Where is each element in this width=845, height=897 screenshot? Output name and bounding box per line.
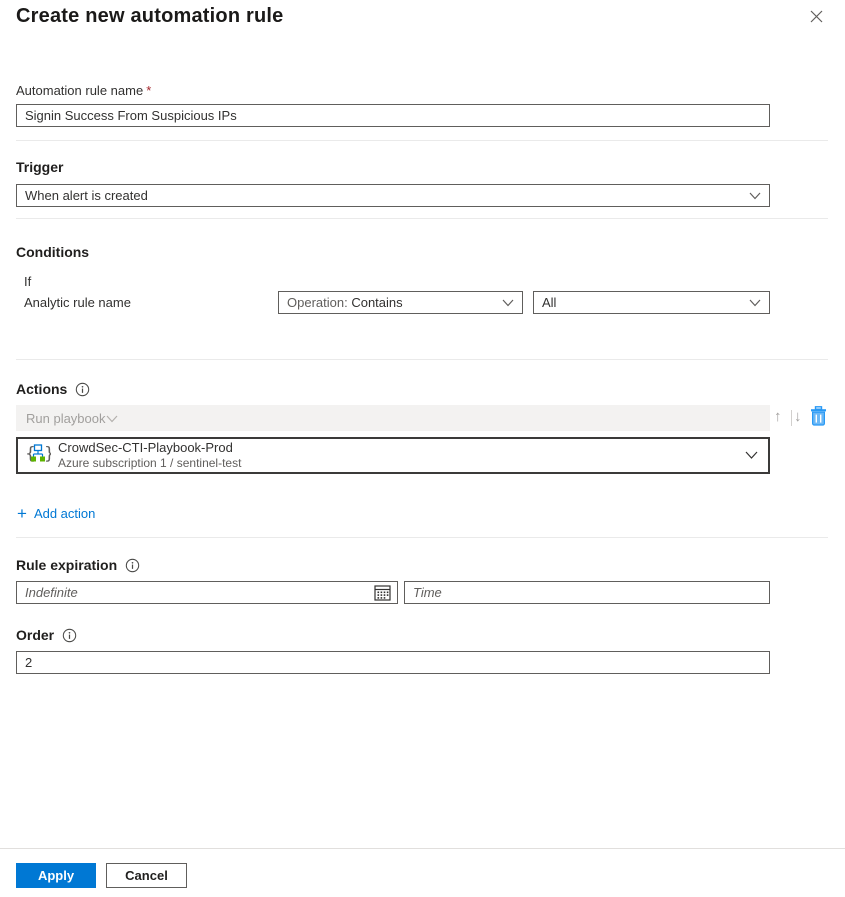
divider <box>16 537 828 538</box>
playbook-dropdown[interactable]: { } CrowdSec-CTI-Playbook-Prod Azure sub… <box>16 437 770 474</box>
expiration-time-input[interactable] <box>404 581 770 604</box>
chevron-down-icon <box>502 295 514 310</box>
trash-icon <box>810 406 827 429</box>
playbook-scope: Azure subscription 1 / sentinel-test <box>58 456 745 471</box>
order-label: Order <box>16 627 54 643</box>
apply-button[interactable]: Apply <box>16 863 96 888</box>
divider <box>16 218 828 219</box>
order-input[interactable] <box>16 651 770 674</box>
expiration-date-field <box>16 581 398 604</box>
condition-field-label: Analytic rule name <box>24 295 131 310</box>
trigger-selected-value: When alert is created <box>25 188 749 203</box>
add-action-button[interactable]: + Add action <box>17 505 95 522</box>
action-type-value: Run playbook <box>26 411 106 426</box>
actions-heading-row: Actions <box>16 380 90 398</box>
info-icon[interactable] <box>125 558 140 576</box>
rule-expiration-heading-row: Rule expiration <box>16 556 140 574</box>
close-button[interactable] <box>804 6 828 30</box>
playbook-info: CrowdSec-CTI-Playbook-Prod Azure subscri… <box>58 440 745 471</box>
info-icon[interactable] <box>75 382 90 400</box>
close-icon <box>809 9 824 27</box>
trigger-dropdown[interactable]: When alert is created <box>16 184 770 207</box>
divider <box>16 140 828 141</box>
logic-app-icon: { } <box>25 442 51 469</box>
rule-name-input[interactable] <box>16 104 770 127</box>
divider <box>16 359 828 360</box>
order-heading-row: Order <box>16 626 77 644</box>
condition-value-selected: All <box>542 295 749 310</box>
svg-text:}: } <box>44 444 51 464</box>
conditions-heading: Conditions <box>16 244 89 260</box>
playbook-name: CrowdSec-CTI-Playbook-Prod <box>58 440 745 456</box>
conditions-if-label: If <box>24 274 31 289</box>
add-action-label: Add action <box>34 506 95 521</box>
info-icon[interactable] <box>62 628 77 646</box>
condition-operator-dropdown[interactable]: Operation: Contains <box>278 291 523 314</box>
actions-heading: Actions <box>16 381 67 397</box>
rule-expiration-label: Rule expiration <box>16 557 117 573</box>
operator-value: Operation: Contains <box>287 295 502 310</box>
footer-divider <box>0 848 845 849</box>
plus-icon: + <box>17 505 27 522</box>
chevron-down-icon <box>749 188 761 203</box>
action-type-dropdown: Run playbook <box>16 405 770 431</box>
trigger-heading: Trigger <box>16 159 63 175</box>
separator <box>791 410 792 426</box>
rule-name-label: Automation rule name* <box>16 83 151 98</box>
chevron-down-icon <box>106 411 118 426</box>
down-arrow-icon: ↓ <box>794 409 802 424</box>
chevron-down-icon <box>749 295 761 310</box>
expiration-date-input[interactable] <box>16 581 398 604</box>
condition-value-dropdown[interactable]: All <box>533 291 770 314</box>
calendar-icon[interactable] <box>374 584 391 604</box>
page-title: Create new automation rule <box>16 5 283 28</box>
create-automation-rule-panel: Create new automation rule Automation ru… <box>0 0 845 897</box>
cancel-button[interactable]: Cancel <box>106 863 187 888</box>
delete-action-button[interactable] <box>810 406 827 429</box>
up-arrow-icon: ↑ <box>774 409 782 424</box>
chevron-down-icon <box>745 448 758 463</box>
move-action-down-button[interactable]: ↓ <box>794 409 802 424</box>
required-asterisk: * <box>146 83 151 98</box>
move-action-up-button[interactable]: ↑ <box>774 409 782 424</box>
